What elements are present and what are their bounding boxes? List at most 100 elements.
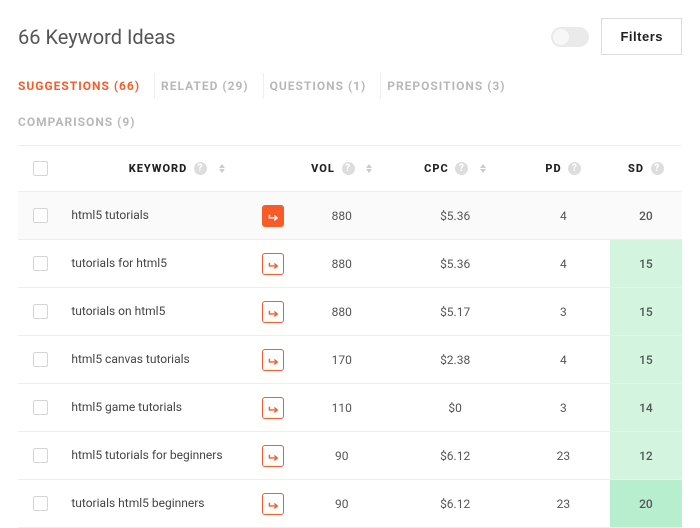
pd-cell: 4	[517, 240, 610, 288]
help-icon[interactable]: ?	[651, 162, 664, 175]
col-header-cpc[interactable]: CPC ?	[393, 146, 517, 192]
table-row[interactable]: tutorials on html5 880 $5.17 3 15	[18, 288, 682, 336]
vol-cell: 880	[290, 192, 393, 240]
header-controls: Filters	[551, 18, 682, 55]
help-icon[interactable]: ?	[194, 162, 207, 175]
cpc-cell: $6.12	[393, 432, 517, 480]
sd-cell: 15	[610, 240, 682, 288]
col-header-keyword-label: KEYWORD	[129, 162, 188, 175]
cpc-cell: $5.36	[393, 240, 517, 288]
export-arrow-icon[interactable]	[262, 253, 284, 275]
keyword-text: html5 tutorials for beginners	[71, 448, 222, 463]
col-header-cpc-label: CPC	[424, 162, 449, 175]
keyword-cell: html5 tutorials	[63, 192, 290, 240]
table-body: html5 tutorials 880 $5.36 4 20 tutorials…	[18, 192, 682, 528]
keyword-cell: tutorials html5 beginners	[63, 480, 290, 528]
table-row[interactable]: html5 tutorials for beginners 90 $6.12 2…	[18, 432, 682, 480]
sd-cell: 15	[610, 336, 682, 384]
filters-button[interactable]: Filters	[601, 18, 682, 55]
keyword-cell: tutorials on html5	[63, 288, 290, 336]
row-check-cell	[18, 240, 63, 288]
sd-cell: 20	[610, 192, 682, 240]
row-check-cell	[18, 432, 63, 480]
pd-cell: 23	[517, 480, 610, 528]
pd-cell: 4	[517, 336, 610, 384]
col-header-sd-label: SD	[628, 162, 644, 175]
page-title: 66 Keyword Ideas	[18, 25, 175, 49]
cpc-cell: $2.38	[393, 336, 517, 384]
table-row[interactable]: html5 game tutorials 110 $0 3 14	[18, 384, 682, 432]
row-checkbox[interactable]	[33, 208, 48, 223]
keyword-table: KEYWORD ? VOL ? CPC ? PD ? SD ?	[18, 145, 682, 528]
sd-cell: 14	[610, 384, 682, 432]
col-header-sd[interactable]: SD ?	[610, 146, 682, 192]
row-check-cell	[18, 288, 63, 336]
row-checkbox[interactable]	[33, 304, 48, 319]
row-checkbox[interactable]	[33, 256, 48, 271]
col-header-pd[interactable]: PD ?	[517, 146, 610, 192]
sd-cell: 20	[610, 480, 682, 528]
sort-icon[interactable]	[366, 164, 372, 173]
sort-icon[interactable]	[219, 164, 225, 173]
keyword-cell: html5 game tutorials	[63, 384, 290, 432]
table-row[interactable]: tutorials for html5 880 $5.36 4 15	[18, 240, 682, 288]
cpc-cell: $6.12	[393, 480, 517, 528]
keyword-text: html5 game tutorials	[71, 400, 182, 415]
row-checkbox[interactable]	[33, 352, 48, 367]
select-all-checkbox[interactable]	[33, 161, 48, 176]
tab-related[interactable]: RELATED (29)	[161, 73, 264, 99]
export-arrow-icon[interactable]	[262, 205, 284, 227]
col-header-vol[interactable]: VOL ?	[290, 146, 393, 192]
help-icon[interactable]: ?	[455, 162, 468, 175]
cpc-cell: $5.17	[393, 288, 517, 336]
tab-suggestions[interactable]: SUGGESTIONS (66)	[18, 73, 155, 99]
export-arrow-icon[interactable]	[262, 301, 284, 323]
sd-cell: 15	[610, 288, 682, 336]
vol-cell: 170	[290, 336, 393, 384]
pd-cell: 23	[517, 432, 610, 480]
col-header-vol-label: VOL	[311, 162, 335, 175]
toggle-switch[interactable]	[551, 27, 589, 47]
row-checkbox[interactable]	[33, 448, 48, 463]
help-icon[interactable]: ?	[568, 162, 581, 175]
vol-cell: 110	[290, 384, 393, 432]
tabs-row-2: COMPARISONS (9)	[18, 109, 682, 135]
keyword-cell: tutorials for html5	[63, 240, 290, 288]
tab-comparisons[interactable]: COMPARISONS (9)	[18, 109, 149, 135]
export-arrow-icon[interactable]	[262, 349, 284, 371]
table-row[interactable]: html5 canvas tutorials 170 $2.38 4 15	[18, 336, 682, 384]
table-header-row: KEYWORD ? VOL ? CPC ? PD ? SD ?	[18, 146, 682, 192]
keyword-text: tutorials html5 beginners	[71, 496, 204, 511]
row-check-cell	[18, 480, 63, 528]
cpc-cell: $0	[393, 384, 517, 432]
col-header-pd-label: PD	[545, 162, 561, 175]
table-row[interactable]: tutorials html5 beginners 90 $6.12 23 20	[18, 480, 682, 528]
vol-cell: 880	[290, 288, 393, 336]
export-arrow-icon[interactable]	[262, 397, 284, 419]
row-checkbox[interactable]	[33, 496, 48, 511]
keyword-text: tutorials for html5	[71, 256, 167, 271]
pd-cell: 3	[517, 288, 610, 336]
col-header-keyword[interactable]: KEYWORD ?	[63, 146, 290, 192]
row-check-cell	[18, 336, 63, 384]
header: 66 Keyword Ideas Filters	[18, 18, 682, 55]
tab-questions[interactable]: QUESTIONS (1)	[270, 73, 382, 99]
col-header-check	[18, 146, 63, 192]
cpc-cell: $5.36	[393, 192, 517, 240]
pd-cell: 4	[517, 192, 610, 240]
vol-cell: 880	[290, 240, 393, 288]
table-row[interactable]: html5 tutorials 880 $5.36 4 20	[18, 192, 682, 240]
tabs-row-1: SUGGESTIONS (66) RELATED (29) QUESTIONS …	[18, 73, 682, 99]
keyword-cell: html5 canvas tutorials	[63, 336, 290, 384]
pd-cell: 3	[517, 384, 610, 432]
help-icon[interactable]: ?	[342, 162, 355, 175]
sd-cell: 12	[610, 432, 682, 480]
export-arrow-icon[interactable]	[262, 493, 284, 515]
tab-prepositions[interactable]: PREPOSITIONS (3)	[387, 73, 519, 99]
keyword-text: html5 canvas tutorials	[71, 352, 189, 367]
sort-icon[interactable]	[480, 164, 486, 173]
row-checkbox[interactable]	[33, 400, 48, 415]
export-arrow-icon[interactable]	[262, 445, 284, 467]
vol-cell: 90	[290, 432, 393, 480]
row-check-cell	[18, 192, 63, 240]
